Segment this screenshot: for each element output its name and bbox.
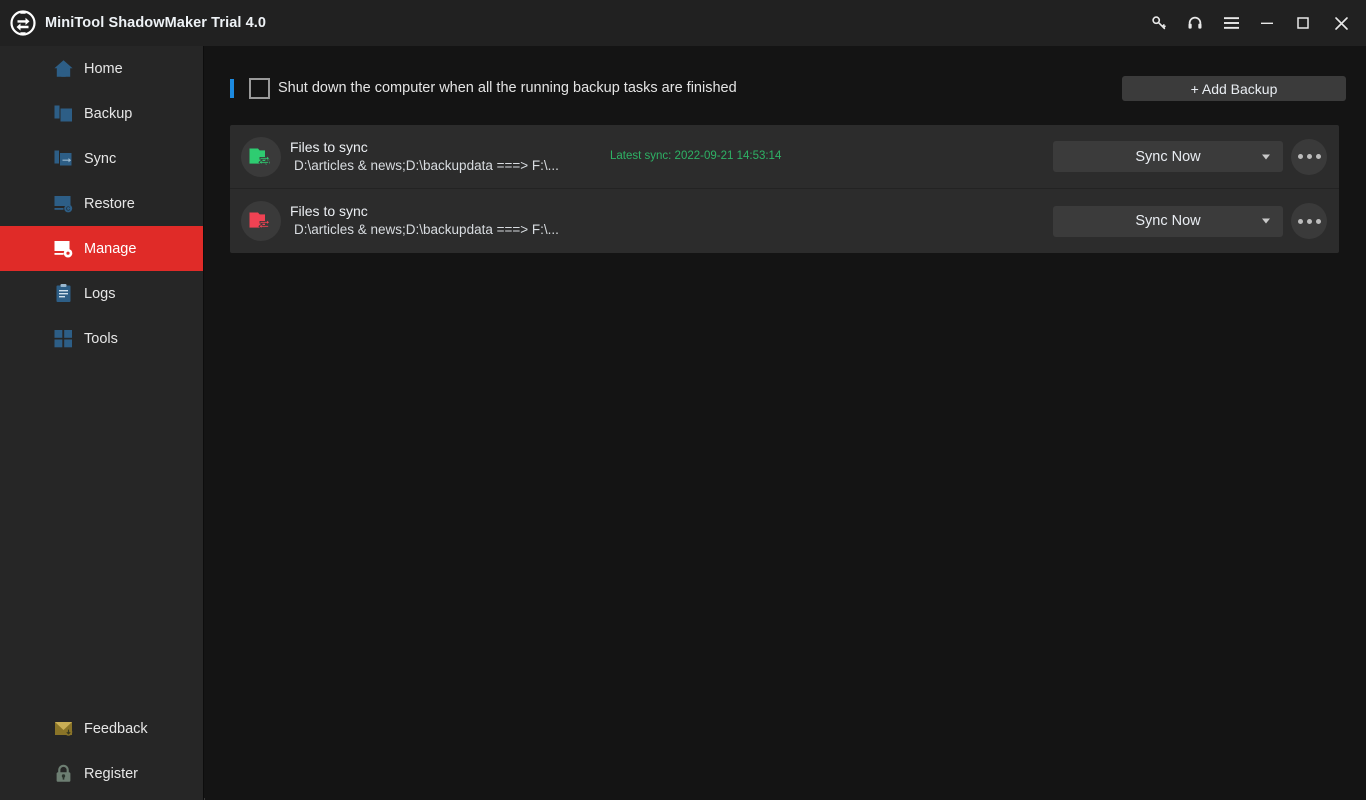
sync-now-label: Sync Now	[1135, 213, 1201, 229]
hamburger-icon[interactable]	[1213, 0, 1249, 46]
title-bar-left: MiniTool ShadowMaker Trial 4.0	[0, 8, 266, 38]
task-text: Files to sync D:\articles & news;D:\back…	[290, 138, 559, 175]
sidebar-item-logs[interactable]: Logs	[0, 271, 203, 316]
folder-sync-icon	[241, 136, 281, 177]
latest-sync-status: Latest sync: 2022-09-21 14:53:14	[610, 150, 782, 162]
task-text: Files to sync D:\articles & news;D:\back…	[290, 202, 559, 239]
sidebar-item-feedback[interactable]: Feedback	[0, 706, 204, 751]
register-lock-icon	[52, 763, 74, 785]
task-path: D:\articles & news;D:\backupdata ===> F:…	[294, 158, 559, 173]
sidebar-item-manage[interactable]: Manage	[0, 226, 203, 271]
close-icon[interactable]	[1321, 0, 1361, 46]
tools-icon	[52, 328, 74, 350]
svg-text:C: C	[66, 207, 70, 213]
more-dot-icon	[1297, 154, 1303, 159]
sidebar: Home Backup Sync C Restore Manage Logs T…	[0, 46, 204, 800]
sidebar-item-home[interactable]: Home	[0, 46, 203, 91]
sidebar-item-sync[interactable]: Sync	[0, 136, 203, 181]
sidebar-item-label: Feedback	[84, 720, 148, 737]
sync-icon	[52, 148, 74, 170]
sidebar-item-label: Backup	[84, 105, 133, 122]
chevron-down-icon[interactable]	[1262, 154, 1270, 159]
shutdown-label[interactable]: Shut down the computer when all the runn…	[278, 80, 737, 96]
title-bar-controls	[1141, 0, 1366, 46]
task-actions: Sync Now	[1053, 138, 1327, 175]
more-options-button[interactable]	[1291, 138, 1327, 175]
more-dot-icon	[1306, 154, 1312, 159]
feedback-envelope-icon	[52, 718, 74, 740]
sidebar-item-tools[interactable]: Tools	[0, 316, 203, 361]
headset-icon[interactable]	[1177, 0, 1213, 46]
sidebar-item-label: Logs	[84, 285, 116, 302]
more-dot-icon	[1315, 218, 1321, 224]
home-icon	[52, 58, 74, 80]
sidebar-item-label: Tools	[84, 330, 118, 347]
sidebar-item-register[interactable]: Register	[0, 751, 204, 796]
sidebar-item-label: Restore	[84, 195, 135, 212]
restore-icon: C	[52, 193, 74, 215]
sync-now-label: Sync Now	[1135, 148, 1201, 165]
more-dot-icon	[1315, 154, 1321, 159]
manage-toolbar: Shut down the computer when all the runn…	[205, 74, 1366, 112]
sidebar-item-label: Register	[84, 765, 138, 782]
accent-bar	[230, 79, 234, 98]
task-list: Files to sync D:\articles & news;D:\back…	[230, 125, 1339, 253]
task-title: Files to sync	[290, 139, 368, 155]
sidebar-item-backup[interactable]: Backup	[0, 91, 203, 136]
maximize-icon[interactable]	[1285, 0, 1321, 46]
shutdown-checkbox[interactable]	[249, 78, 270, 99]
app-title: MiniTool ShadowMaker Trial 4.0	[45, 15, 267, 31]
title-bar: MiniTool ShadowMaker Trial 4.0	[0, 0, 1366, 46]
more-dot-icon	[1297, 218, 1303, 224]
chevron-down-icon[interactable]	[1262, 218, 1270, 224]
more-dot-icon	[1306, 218, 1312, 224]
sync-now-button[interactable]: Sync Now	[1053, 141, 1283, 172]
task-path: D:\articles & news;D:\backupdata ===> F:…	[294, 222, 559, 237]
more-options-button[interactable]	[1291, 203, 1327, 239]
manage-icon	[52, 238, 74, 260]
folder-sync-icon	[241, 201, 281, 241]
sidebar-item-label: Manage	[84, 240, 137, 257]
task-actions: Sync Now	[1053, 203, 1327, 239]
minimize-icon[interactable]	[1249, 0, 1285, 46]
sidebar-nav-bottom: Feedback Register	[0, 706, 204, 796]
backup-icon	[52, 103, 74, 125]
key-icon[interactable]	[1141, 0, 1177, 46]
sidebar-nav: Home Backup Sync C Restore Manage Logs T…	[0, 46, 203, 361]
add-backup-button[interactable]: + Add Backup	[1122, 76, 1346, 101]
minitool-sync-logo-icon	[8, 8, 38, 38]
logs-icon	[52, 283, 74, 305]
table-row[interactable]: Files to sync D:\articles & news;D:\back…	[230, 125, 1339, 189]
application-window: MiniTool ShadowMaker Trial 4.0 Home Back…	[0, 0, 1366, 800]
sidebar-item-label: Sync	[84, 150, 117, 167]
main-content: Shut down the computer when all the runn…	[205, 46, 1366, 800]
task-title: Files to sync	[290, 203, 368, 219]
sync-now-button[interactable]: Sync Now	[1053, 205, 1283, 237]
sidebar-item-restore[interactable]: C Restore	[0, 181, 203, 226]
sidebar-item-label: Home	[84, 60, 123, 77]
table-row[interactable]: Files to sync D:\articles & news;D:\back…	[230, 189, 1339, 253]
